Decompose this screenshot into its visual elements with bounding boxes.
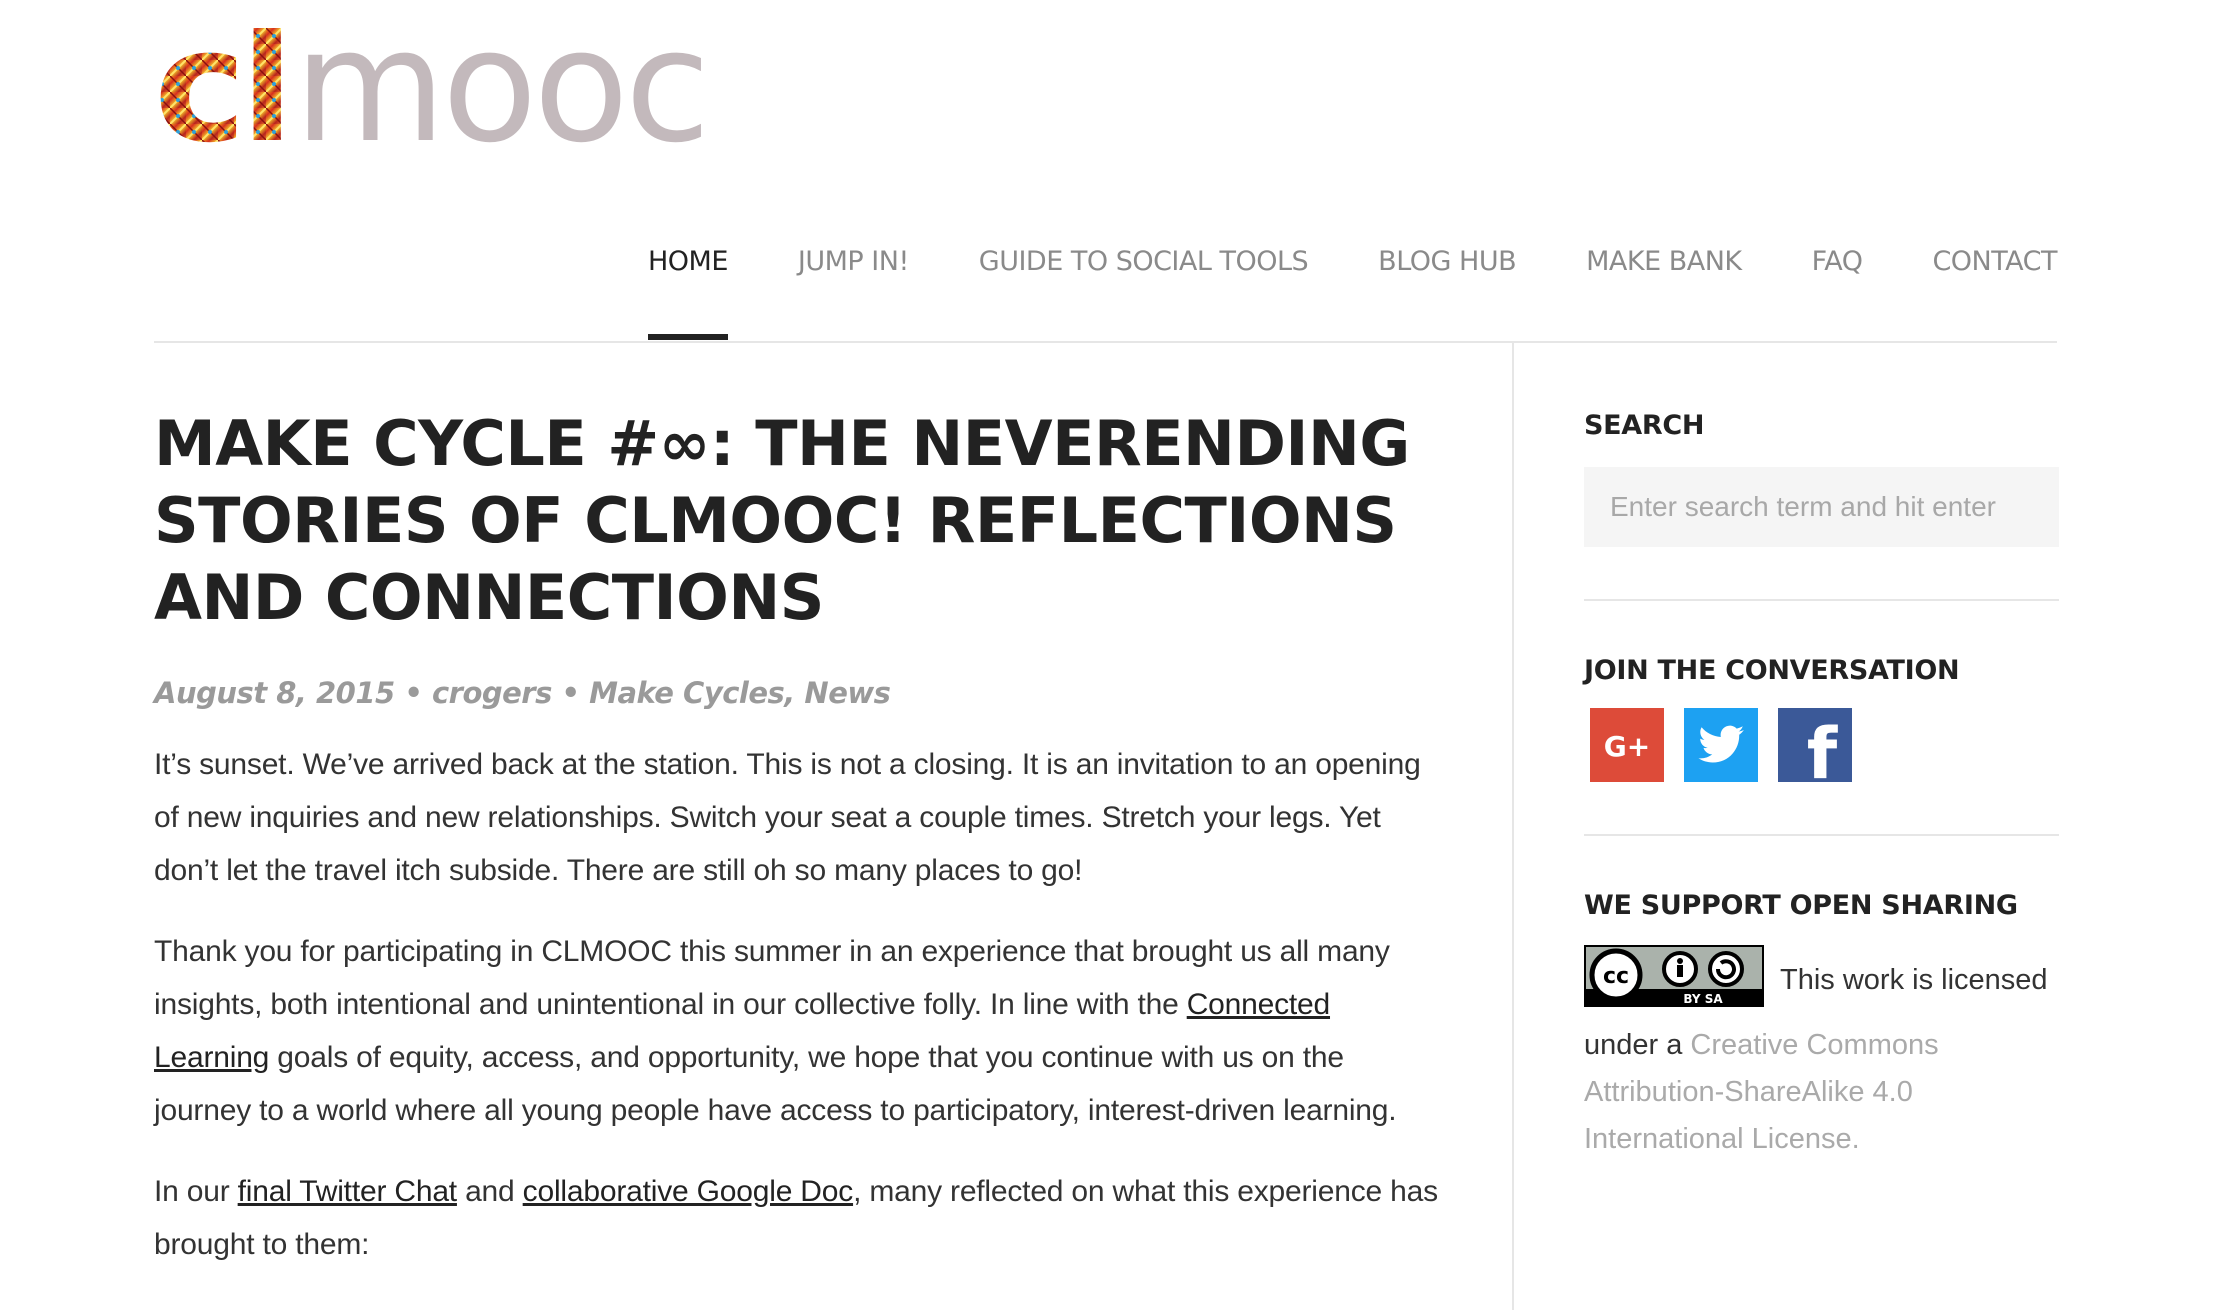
post-meta: August 8, 2015 • crogers • Make Cycles, … [154,676,1444,710]
search-box [1584,467,2059,547]
widget-divider [1584,599,2059,601]
facebook-icon[interactable]: f [1778,708,1852,795]
nav-home[interactable]: HOME [647,230,728,340]
search-input[interactable] [1608,490,2035,524]
svg-text:cc: cc [1603,964,1629,989]
social-widget-title: JOIN THE CONVERSATION [1584,655,1960,686]
search-widget-title: SEARCH [1584,410,1705,441]
license-text: cc BY SA This work is licensed under a C… [1584,945,2059,1163]
widget-divider [1584,834,2059,836]
page: cl mooc HOME JUMP IN! GUIDE TO SOCIAL TO… [0,0,2226,1310]
svg-text:f: f [1807,713,1839,782]
paragraph-text: In our [154,1175,238,1208]
paragraph-text: goals of equity, access, and opportunity… [154,1041,1397,1127]
nav-jump-in[interactable]: JUMP IN! [798,230,909,294]
logo-text-mooc: mooc [294,28,707,168]
google-doc-link[interactable]: collaborative Google Doc [523,1175,854,1208]
post-article: MAKE CYCLE #∞: THE NEVERENDING STORIES O… [154,405,1444,1271]
twitter-chat-link[interactable]: final Twitter Chat [238,1175,457,1208]
post-date[interactable]: August 8, 2015 [154,676,395,710]
nav-contact[interactable]: CONTACT [1932,230,2057,294]
nav-guide-to-social-tools[interactable]: GUIDE TO SOCIAL TOOLS [979,230,1309,294]
meta-separator: • [551,676,590,710]
post-paragraph-2: Thank you for participating in CLMOOC th… [154,925,1444,1137]
svg-text:G+: G+ [1604,730,1650,763]
post-paragraph-1: It’s sunset. We’ve arrived back at the s… [154,748,1421,887]
license-widget-title: WE SUPPORT OPEN SHARING [1584,890,2018,921]
post-title: MAKE CYCLE #∞: THE NEVERENDING STORIES O… [154,407,1410,634]
cc-by-sa-badge-icon[interactable]: cc BY SA [1584,945,1764,1022]
logo-text-cl: cl [154,28,288,168]
main-nav: HOME JUMP IN! GUIDE TO SOCIAL TOOLS BLOG… [578,230,2057,340]
social-icons: G+ f [1584,708,2059,795]
svg-text:BY SA: BY SA [1683,992,1723,1006]
nav-divider [154,341,2057,343]
nav-faq[interactable]: FAQ [1812,230,1863,294]
category-news[interactable]: News [804,676,891,710]
google-plus-icon[interactable]: G+ [1590,708,1664,782]
sidebar: SEARCH JOIN THE CONVERSATION G+ [1584,410,2059,1163]
sidebar-divider [1512,343,1514,1310]
post-paragraph-3: In our final Twitter Chat and collaborat… [154,1165,1444,1271]
paragraph-text: and [456,1175,523,1208]
category-make-cycles[interactable]: Make Cycles [589,676,785,710]
meta-separator: • [394,676,432,710]
nav-blog-hub[interactable]: BLOG HUB [1378,230,1516,294]
post-author[interactable]: crogers [432,676,552,710]
category-comma: , [784,676,805,710]
twitter-icon[interactable] [1684,708,1758,782]
nav-make-bank[interactable]: MAKE BANK [1586,230,1742,294]
clmooc-logo-icon: cl mooc [154,28,711,168]
site-logo[interactable]: cl mooc [154,18,764,168]
